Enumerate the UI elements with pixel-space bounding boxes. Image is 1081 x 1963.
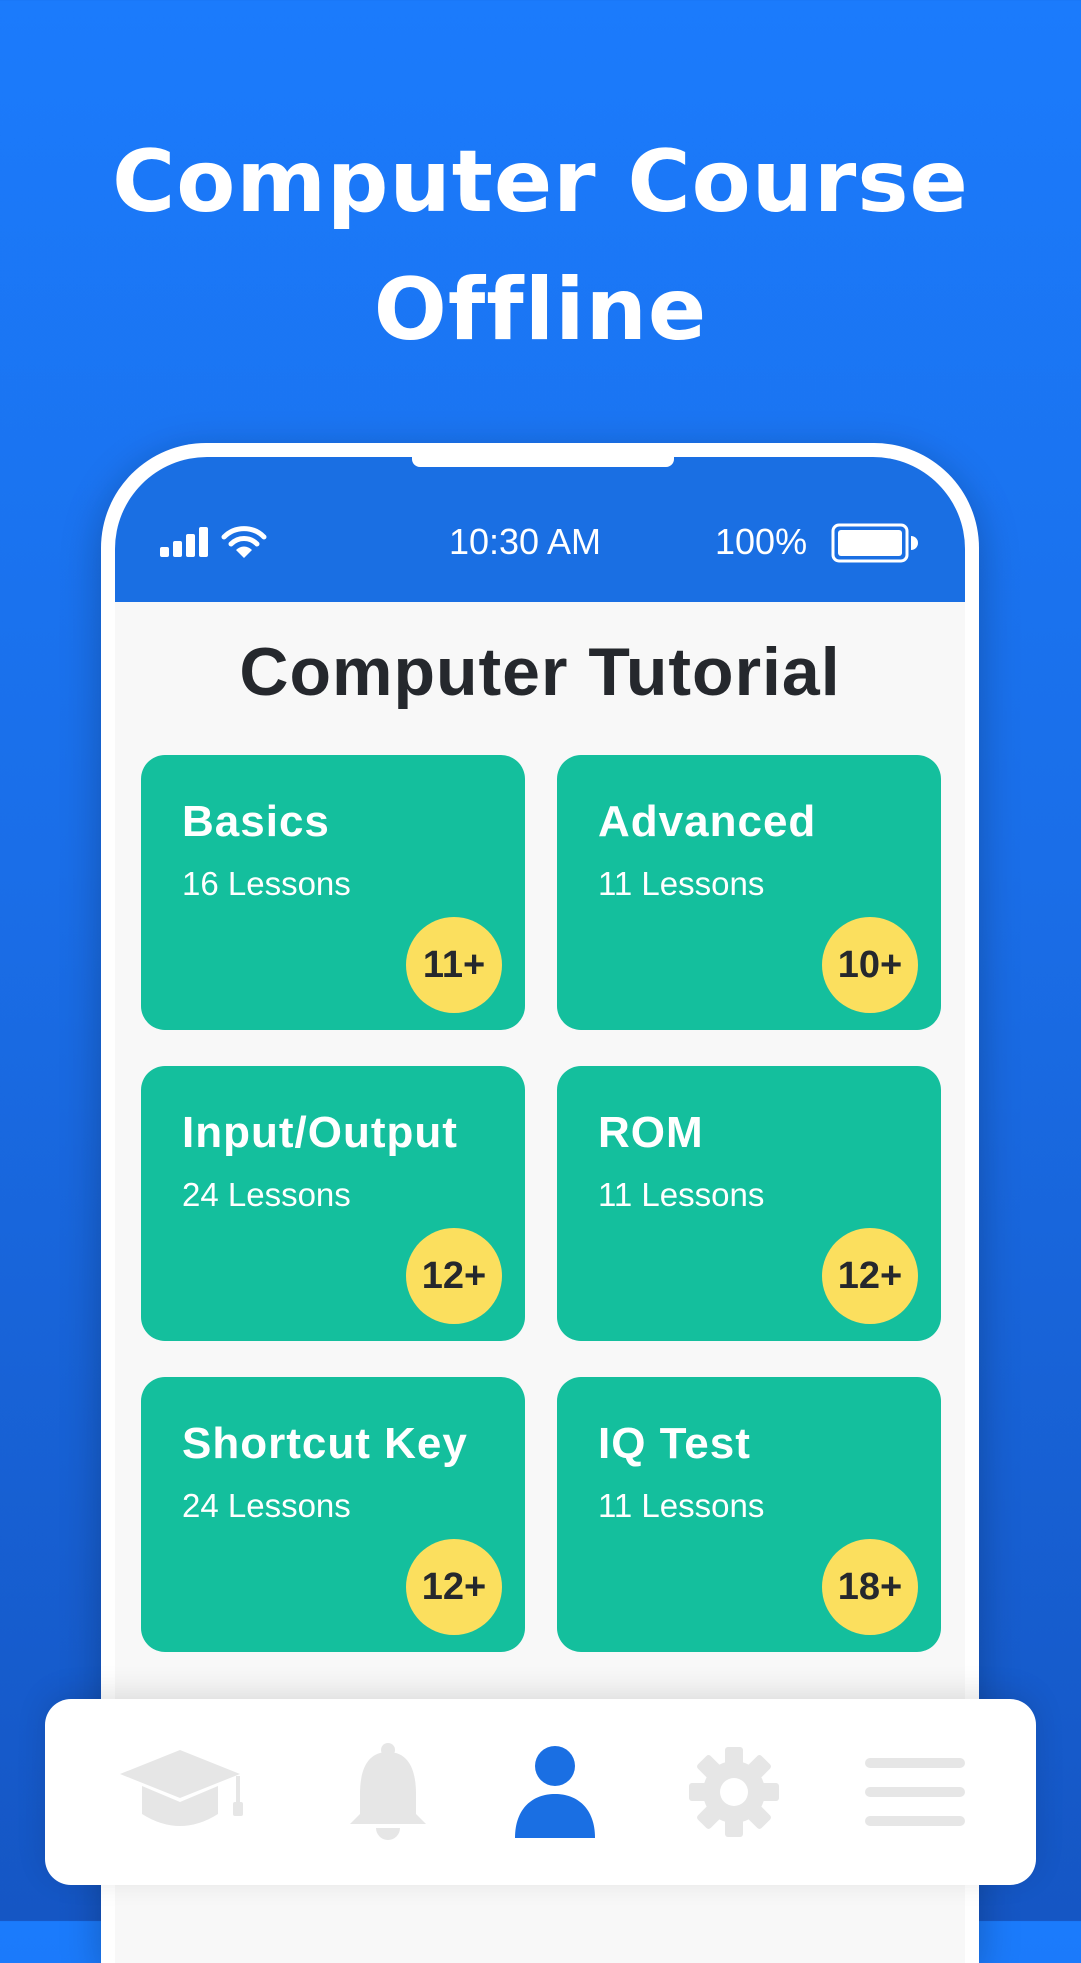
battery-icon xyxy=(831,523,918,563)
status-time: 10:30 AM xyxy=(448,521,602,562)
gear-icon xyxy=(689,1747,779,1837)
course-lesson-count: 24 Lessons xyxy=(182,1176,351,1213)
course-lesson-count: 11 Lessons xyxy=(598,1487,765,1524)
course-card-shortcut-key[interactable]: Shortcut Key 24 Lessons 12+ xyxy=(141,1377,525,1652)
nav-item-profile[interactable] xyxy=(492,1729,618,1855)
course-title: Shortcut Key xyxy=(182,1419,468,1468)
age-badge: 12+ xyxy=(406,1228,502,1324)
course-title: Input/Output xyxy=(182,1108,458,1157)
bottom-navigation xyxy=(45,1699,1036,1885)
status-bar: 10:30 AM 100% xyxy=(115,457,965,602)
age-badge: 12+ xyxy=(406,1539,502,1635)
course-lesson-count: 11 Lessons xyxy=(598,865,765,902)
graduation-cap-icon xyxy=(120,1750,243,1826)
battery-percentage: 100% xyxy=(715,521,808,562)
age-badge: 18+ xyxy=(822,1539,918,1635)
course-title: IQ Test xyxy=(598,1419,751,1468)
nav-item-settings[interactable] xyxy=(671,1729,797,1855)
course-card-rom[interactable]: ROM 11 Lessons 12+ xyxy=(557,1066,941,1341)
course-lesson-count: 11 Lessons xyxy=(598,1176,765,1213)
hero-title-line-2: Offline xyxy=(373,260,708,360)
wifi-icon xyxy=(221,526,267,558)
course-lesson-count: 16 Lessons xyxy=(182,865,351,902)
signal-icon xyxy=(160,527,208,557)
hero-title-line-1: Computer Course xyxy=(112,132,969,232)
course-title: ROM xyxy=(598,1108,704,1157)
course-title: Advanced xyxy=(598,797,817,846)
age-badge: 12+ xyxy=(822,1228,918,1324)
course-card-basics[interactable]: Basics 16 Lessons 11+ xyxy=(141,755,525,1030)
course-card-iq-test[interactable]: IQ Test 11 Lessons 18+ xyxy=(557,1377,941,1652)
course-card-advanced[interactable]: Advanced 11 Lessons 10+ xyxy=(557,755,941,1030)
age-badge: 11+ xyxy=(406,917,502,1013)
nav-item-menu[interactable] xyxy=(865,1729,965,1855)
bell-icon xyxy=(350,1743,426,1840)
course-lesson-count: 24 Lessons xyxy=(182,1487,351,1524)
course-title: Basics xyxy=(182,797,330,846)
nav-item-notifications[interactable] xyxy=(325,1729,451,1855)
course-grid: Basics 16 Lessons 11+ Advanced 11 Lesson… xyxy=(141,755,941,1652)
profile-icon xyxy=(515,1746,595,1838)
nav-item-courses[interactable] xyxy=(120,1729,246,1855)
menu-icon xyxy=(865,1758,965,1826)
course-card-input-output[interactable]: Input/Output 24 Lessons 12+ xyxy=(141,1066,525,1341)
screen-title: Computer Tutorial xyxy=(239,634,841,710)
age-badge: 10+ xyxy=(822,917,918,1013)
phone-notch xyxy=(412,455,674,467)
hero-title: Computer Course Offline xyxy=(0,118,1081,374)
